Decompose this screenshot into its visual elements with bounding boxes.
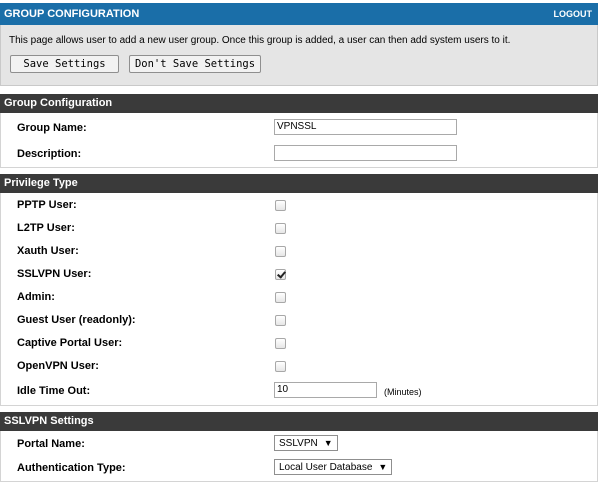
- privilege-type-heading: Privilege Type: [4, 177, 78, 189]
- group-configuration-header: Group Configuration: [0, 94, 598, 113]
- admin-label: Admin:: [17, 291, 55, 303]
- page-title: GROUP CONFIGURATION: [4, 8, 140, 20]
- group-name-label: Group Name:: [17, 122, 87, 134]
- sslvpn-settings-section: Portal Name: SSLVPN ▼ Authentication Type…: [0, 431, 598, 482]
- admin-checkbox[interactable]: [275, 292, 286, 303]
- authentication-type-select[interactable]: Local User Database ▼: [274, 459, 393, 475]
- title-bar: GROUP CONFIGURATION LOGOUT: [0, 3, 598, 25]
- sslvpn-user-label: SSLVPN User:: [17, 268, 92, 280]
- portal-name-value: SSLVPN: [279, 438, 318, 449]
- intro-text: This page allows user to add a new user …: [9, 35, 511, 46]
- group-name-input[interactable]: VPNSSL: [274, 119, 457, 135]
- guest-user-label: Guest User (readonly):: [17, 314, 136, 326]
- group-configuration-heading: Group Configuration: [4, 97, 113, 109]
- portal-name-label: Portal Name:: [17, 438, 85, 450]
- authentication-type-value: Local User Database: [279, 462, 373, 473]
- logout-link[interactable]: LOGOUT: [554, 9, 593, 19]
- dont-save-settings-button[interactable]: Don't Save Settings: [129, 55, 261, 73]
- sslvpn-settings-heading: SSLVPN Settings: [4, 415, 94, 427]
- openvpn-user-checkbox[interactable]: [275, 361, 286, 372]
- xauth-user-label: Xauth User:: [17, 245, 79, 257]
- intro-panel: This page allows user to add a new user …: [0, 25, 598, 86]
- privilege-type-header: Privilege Type: [0, 174, 598, 193]
- idle-time-out-input[interactable]: 10: [274, 382, 377, 398]
- pptp-user-checkbox[interactable]: [275, 200, 286, 211]
- chevron-down-icon: ▼: [378, 462, 388, 472]
- portal-name-select[interactable]: SSLVPN ▼: [274, 435, 338, 451]
- guest-user-checkbox[interactable]: [275, 315, 286, 326]
- l2tp-user-label: L2TP User:: [17, 222, 75, 234]
- sslvpn-user-checkbox[interactable]: [275, 269, 286, 280]
- privilege-type-section: PPTP User: L2TP User: Xauth User: SSLVPN…: [0, 193, 598, 406]
- captive-portal-user-label: Captive Portal User:: [17, 337, 123, 349]
- description-input[interactable]: [274, 145, 457, 161]
- group-configuration-section: Group Name: VPNSSL Description:: [0, 113, 598, 168]
- openvpn-user-label: OpenVPN User:: [17, 360, 99, 372]
- chevron-down-icon: ▼: [323, 438, 333, 448]
- pptp-user-label: PPTP User:: [17, 199, 77, 211]
- l2tp-user-checkbox[interactable]: [275, 223, 286, 234]
- captive-portal-user-checkbox[interactable]: [275, 338, 286, 349]
- idle-time-out-unit: (Minutes): [384, 387, 422, 397]
- sslvpn-settings-header: SSLVPN Settings: [0, 412, 598, 431]
- authentication-type-label: Authentication Type:: [17, 462, 126, 474]
- save-settings-button[interactable]: Save Settings: [10, 55, 119, 73]
- idle-time-out-label: Idle Time Out:: [17, 385, 91, 397]
- xauth-user-checkbox[interactable]: [275, 246, 286, 257]
- description-label: Description:: [17, 148, 82, 160]
